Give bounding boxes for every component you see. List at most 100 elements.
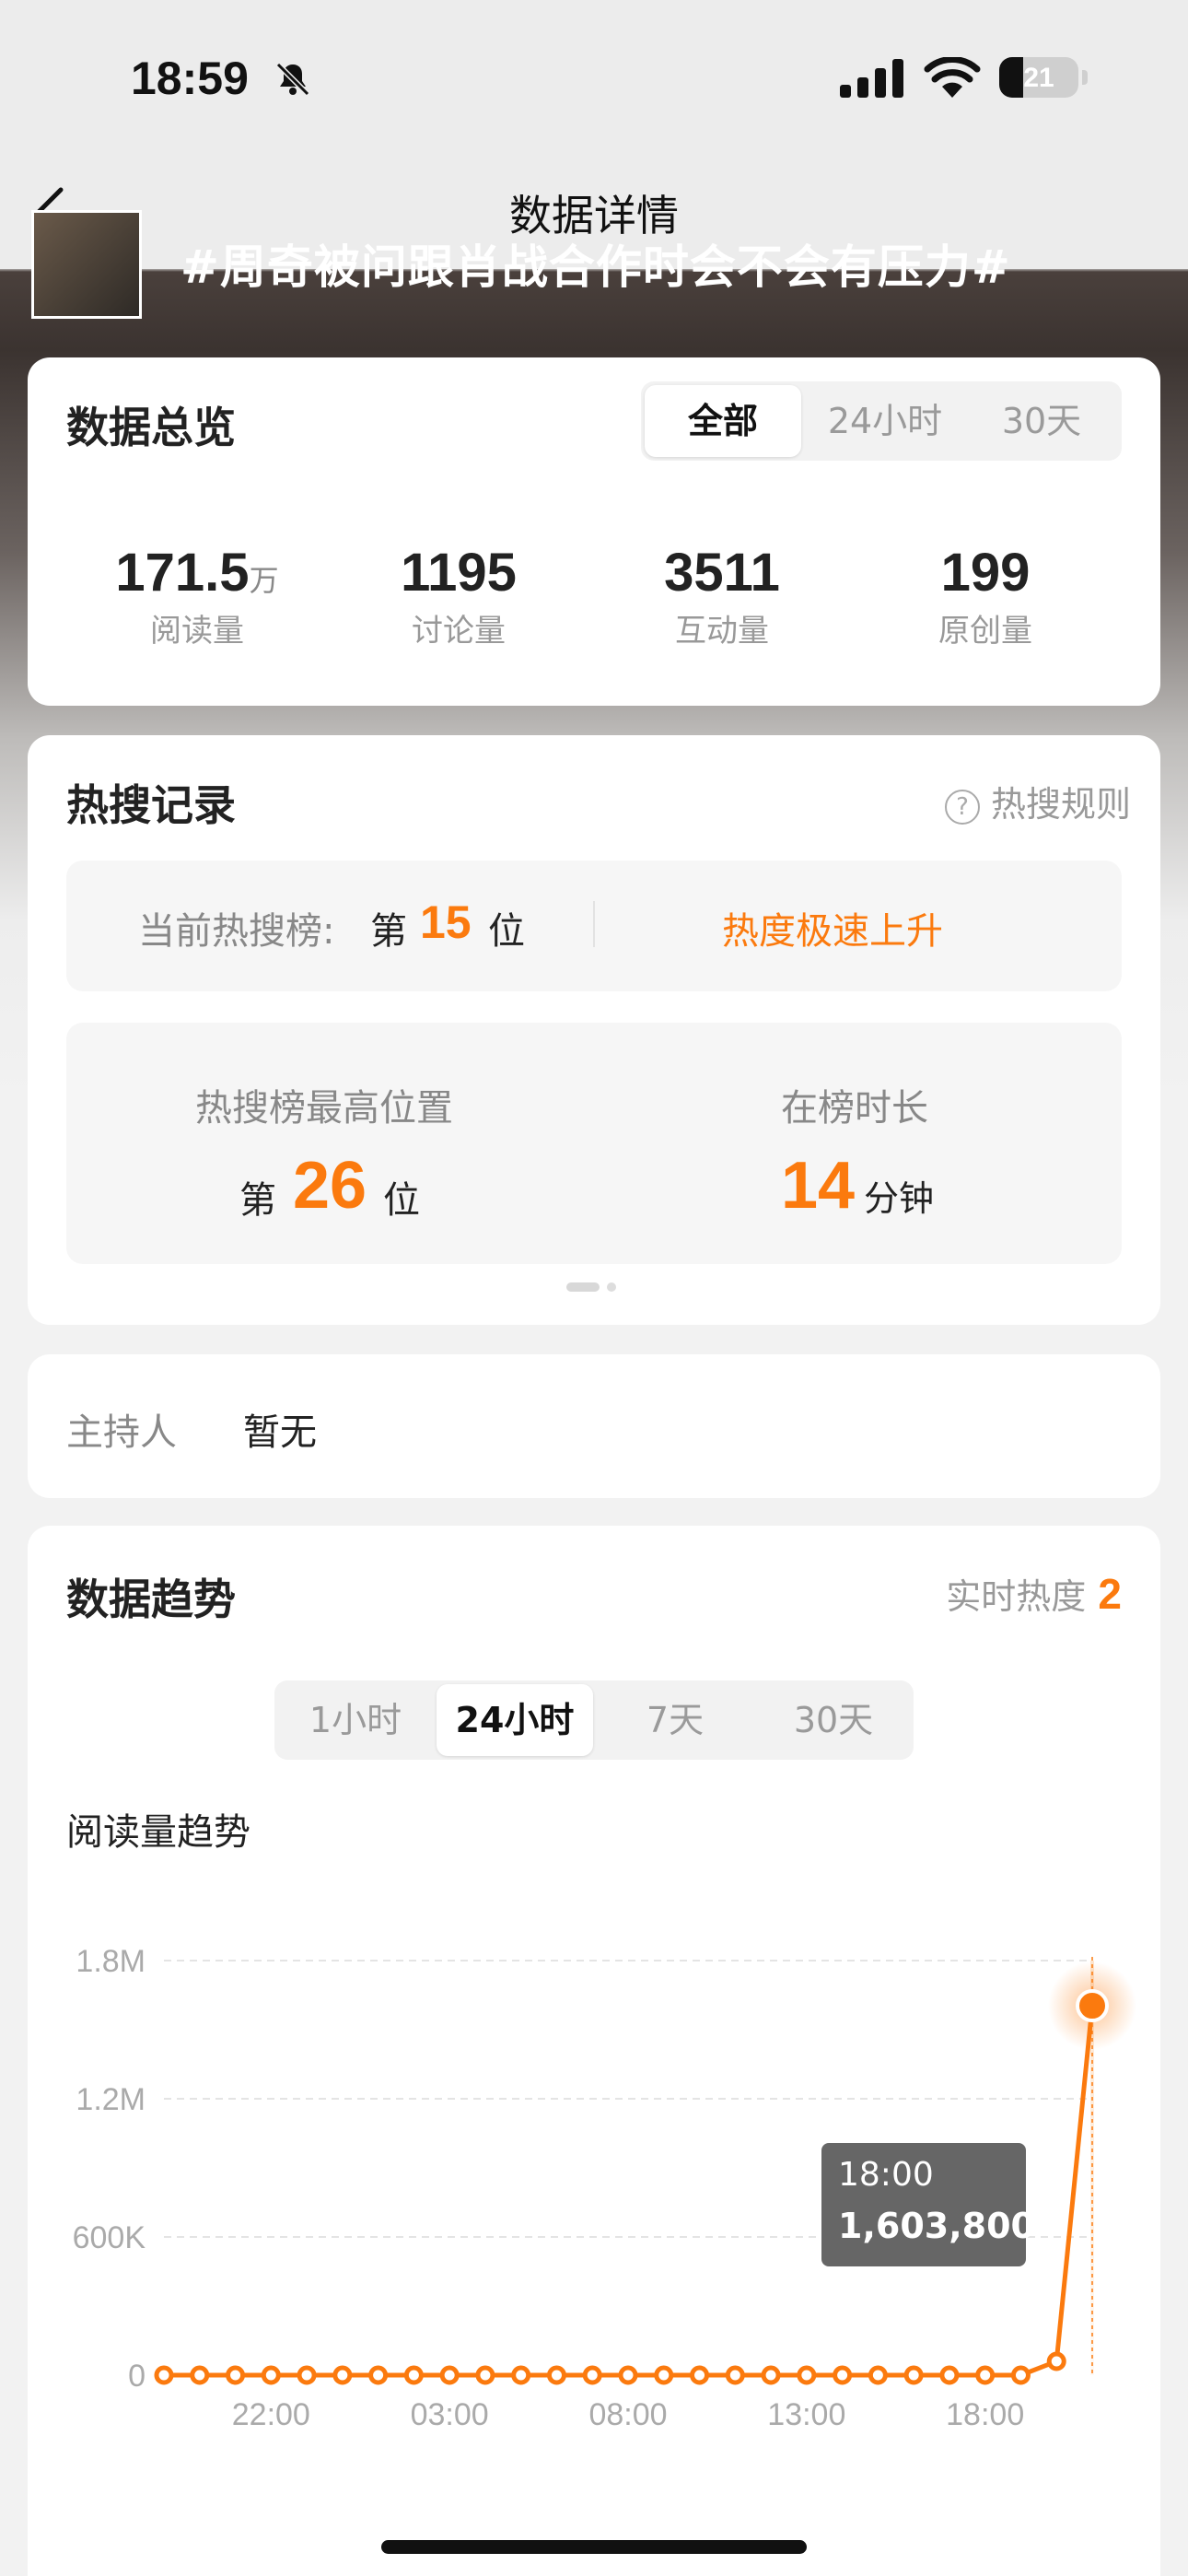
data-point[interactable] xyxy=(690,2365,710,2385)
data-point-highlight[interactable] xyxy=(1076,1989,1109,2023)
x-tick-label: 08:00 xyxy=(588,2397,667,2432)
tab-1h[interactable]: 1小时 xyxy=(278,1684,433,1756)
rules-label: 热搜规则 xyxy=(990,784,1131,825)
current-rank-prefix: 第 xyxy=(370,910,407,953)
highest-rank-suffix: 位 xyxy=(383,1179,420,1222)
x-tick-label: 13:00 xyxy=(767,2397,845,2432)
status-time: 18:59 xyxy=(131,53,249,104)
data-point[interactable] xyxy=(975,2365,996,2385)
tab-30d[interactable]: 30天 xyxy=(963,385,1120,457)
data-point[interactable] xyxy=(761,2365,781,2385)
tooltip-value: 1,603,800 xyxy=(838,2206,1035,2246)
rank-summary-box: 热搜榜最高位置 第 26 位 在榜时长 14 分钟 xyxy=(66,1023,1122,1264)
tab-30d[interactable]: 30天 xyxy=(755,1684,912,1756)
page-title: 数据详情 xyxy=(509,191,679,240)
data-point[interactable] xyxy=(939,2365,960,2385)
data-point[interactable] xyxy=(439,2365,460,2385)
data-point[interactable] xyxy=(297,2365,317,2385)
host-value: 暂无 xyxy=(243,1411,317,1454)
data-point[interactable] xyxy=(332,2365,353,2385)
current-rank-suffix: 位 xyxy=(488,910,525,953)
y-tick-label: 0 xyxy=(128,2359,146,2394)
data-point[interactable] xyxy=(403,2365,424,2385)
stat-unit: 万 xyxy=(249,563,279,598)
tooltip-time: 18:00 xyxy=(838,2156,934,2194)
stat-label: 原创量 xyxy=(938,613,1032,650)
battery-level: 21 xyxy=(1023,63,1054,93)
overview-card: 数据总览 全部 24小时 30天 171.5万 阅读量 1195 讨论量 351… xyxy=(28,357,1160,706)
trend-tabs: 1小时 24小时 7天 30天 xyxy=(274,1680,914,1760)
battery-icon: 21 xyxy=(999,57,1088,98)
y-tick-label: 1.2M xyxy=(76,2082,146,2117)
stat-interactions: 3511 互动量 xyxy=(593,542,851,650)
data-point[interactable] xyxy=(190,2365,210,2385)
chart-title: 阅读量趋势 xyxy=(66,1811,250,1854)
highest-rank-label: 热搜榜最高位置 xyxy=(195,1087,453,1130)
stat-value: 3511 xyxy=(664,543,780,603)
data-point[interactable] xyxy=(1046,2351,1066,2371)
data-point[interactable] xyxy=(725,2365,745,2385)
data-point[interactable] xyxy=(368,2365,389,2385)
data-point[interactable] xyxy=(618,2365,638,2385)
home-indicator xyxy=(381,2540,807,2554)
host-card: 主持人 暂无 xyxy=(28,1354,1160,1498)
realtime-heat-label: 实时热度 xyxy=(946,1576,1087,1617)
current-rank-value: 15 xyxy=(420,896,472,948)
page-indicator xyxy=(566,1277,623,1294)
data-point[interactable] xyxy=(475,2365,495,2385)
hot-search-card: 热搜记录 ? 热搜规则 当前热搜榜: 第 15 位 热度极速上升 热搜榜最高位置 … xyxy=(28,735,1160,1325)
y-tick-label: 1.8M xyxy=(76,1944,146,1979)
status-bar: 18:59 21 xyxy=(0,0,1188,157)
host-label: 主持人 xyxy=(66,1411,177,1454)
duration-label: 在榜时长 xyxy=(781,1087,928,1130)
duration-unit: 分钟 xyxy=(864,1178,935,1219)
trend-title: 数据趋势 xyxy=(66,1575,236,1624)
overview-title: 数据总览 xyxy=(66,403,236,452)
data-point[interactable] xyxy=(582,2365,602,2385)
stat-value: 1195 xyxy=(401,543,517,603)
x-tick-label: 03:00 xyxy=(411,2397,489,2432)
stat-discussions: 1195 讨论量 xyxy=(330,542,588,650)
stat-value: 199 xyxy=(940,543,1031,603)
tab-7d[interactable]: 7天 xyxy=(597,1684,753,1756)
current-rank-label: 当前热搜榜: xyxy=(138,910,335,953)
data-point[interactable] xyxy=(903,2365,924,2385)
tab-24h[interactable]: 24小时 xyxy=(437,1684,593,1756)
help-icon: ? xyxy=(944,789,980,825)
data-point[interactable] xyxy=(797,2365,817,2385)
stat-label: 讨论量 xyxy=(412,613,506,650)
data-point[interactable] xyxy=(226,2365,246,2385)
highest-rank-prefix: 第 xyxy=(239,1179,276,1222)
data-point[interactable] xyxy=(261,2365,281,2385)
stat-label: 互动量 xyxy=(675,613,769,650)
data-point[interactable] xyxy=(654,2365,674,2385)
y-tick-label: 600K xyxy=(73,2220,146,2255)
divider xyxy=(593,901,595,947)
stat-originals: 199 原创量 xyxy=(856,542,1114,650)
stat-value: 171.5 xyxy=(115,543,250,603)
hot-search-rules-link[interactable]: ? 热搜规则 xyxy=(944,776,1131,826)
x-tick-label: 18:00 xyxy=(946,2397,1024,2432)
data-point[interactable] xyxy=(546,2365,566,2385)
data-point[interactable] xyxy=(511,2365,531,2385)
data-point[interactable] xyxy=(868,2365,888,2385)
tab-all[interactable]: 全部 xyxy=(645,385,801,457)
realtime-heat: 实时热度 2 xyxy=(946,1568,1122,1619)
duration-value: 14 xyxy=(781,1149,856,1223)
chart-tooltip: 18:00 1,603,800 xyxy=(821,2143,1035,2266)
data-point[interactable] xyxy=(833,2365,853,2385)
cellular-signal-icon xyxy=(840,59,903,98)
highest-rank-value: 26 xyxy=(293,1149,367,1223)
overview-tabs: 全部 24小时 30天 xyxy=(641,381,1122,461)
data-point[interactable] xyxy=(154,2365,174,2385)
x-tick-label: 22:00 xyxy=(232,2397,310,2432)
data-point[interactable] xyxy=(1010,2365,1031,2385)
wifi-icon xyxy=(924,57,981,98)
stat-label: 阅读量 xyxy=(150,613,244,650)
current-rank-box: 当前热搜榜: 第 15 位 热度极速上升 xyxy=(66,861,1122,991)
trend-status: 热度极速上升 xyxy=(722,910,943,953)
bell-muted-icon xyxy=(275,62,310,97)
realtime-heat-value: 2 xyxy=(1098,1570,1122,1618)
stat-reads: 171.5万 阅读量 xyxy=(68,542,326,650)
tab-24h[interactable]: 24小时 xyxy=(807,385,963,457)
